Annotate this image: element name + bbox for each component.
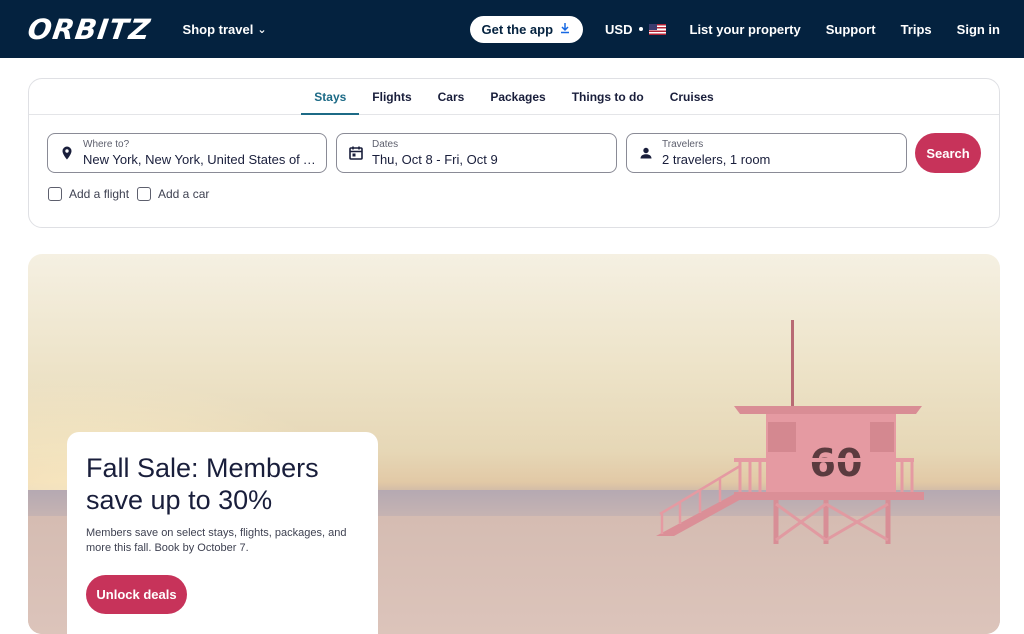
add-car-label: Add a car [158,187,210,201]
destination-value: New York, New York, United States of A..… [83,152,318,167]
list-property-link[interactable]: List your property [690,22,801,37]
shop-travel-menu[interactable]: Shop travel ⌄ [183,22,267,37]
checkbox-box[interactable] [48,187,62,201]
tab-cruises[interactable]: Cruises [657,79,727,115]
search-button[interactable]: Search [915,133,981,173]
add-flight-checkbox[interactable]: Add a flight [48,187,129,201]
sign-in-link[interactable]: Sign in [957,22,1000,37]
us-flag-icon [648,23,666,35]
dates-label: Dates [372,139,399,150]
currency-label: USD [605,21,633,37]
tab-cars[interactable]: Cars [425,79,478,115]
hero-banner: 60 Fall Sale: Members save up to 30% Mem [28,254,1000,634]
unlock-deals-button[interactable]: Unlock deals [86,575,187,614]
tab-packages[interactable]: Packages [477,79,558,115]
search-card: Stays Flights Cars Packages Things to do… [28,78,1000,228]
promo-card: Fall Sale: Members save up to 30% Member… [67,432,378,634]
get-app-label: Get the app [481,21,554,37]
separator-dot [638,27,643,31]
destination-field[interactable]: Where to? New York, New York, United Sta… [47,133,327,173]
dates-field[interactable]: Dates Thu, Oct 8 - Fri, Oct 9 [336,133,617,173]
orbitz-logo[interactable]: ORBITZ [26,13,153,46]
top-nav: ORBITZ Shop travel ⌄ Get the app USD Lis… [0,0,1024,58]
location-pin-icon [59,145,75,161]
tab-flights[interactable]: Flights [359,79,424,115]
add-car-checkbox[interactable]: Add a car [137,187,209,201]
search-tabs: Stays Flights Cars Packages Things to do… [29,79,999,115]
chevron-down-icon: ⌄ [257,23,267,36]
trips-link[interactable]: Trips [901,22,932,37]
promo-body: Members save on select stays, flights, p… [86,527,347,554]
travelers-label: Travelers [662,139,704,150]
currency-selector[interactable]: USD [605,21,666,37]
get-app-button[interactable]: Get the app [469,15,584,43]
calendar-icon [348,145,364,161]
dates-value: Thu, Oct 8 - Fri, Oct 9 [372,152,498,167]
checkbox-box[interactable] [137,187,151,201]
travelers-value: 2 travelers, 1 room [662,152,771,167]
promo-title: Fall Sale: Members save up to 30% [86,453,319,515]
tab-stays[interactable]: Stays [301,79,360,115]
tower-number: 60 [810,441,863,485]
support-link[interactable]: Support [826,22,876,37]
add-flight-label: Add a flight [69,187,130,201]
destination-label: Where to? [83,139,130,150]
person-icon [638,145,654,161]
shop-travel-label: Shop travel [182,21,254,37]
lifeguard-tower-image: 60 [656,320,924,544]
travelers-field[interactable]: Travelers 2 travelers, 1 room [626,133,907,173]
download-icon [559,22,571,37]
tab-things-to-do[interactable]: Things to do [559,79,657,115]
